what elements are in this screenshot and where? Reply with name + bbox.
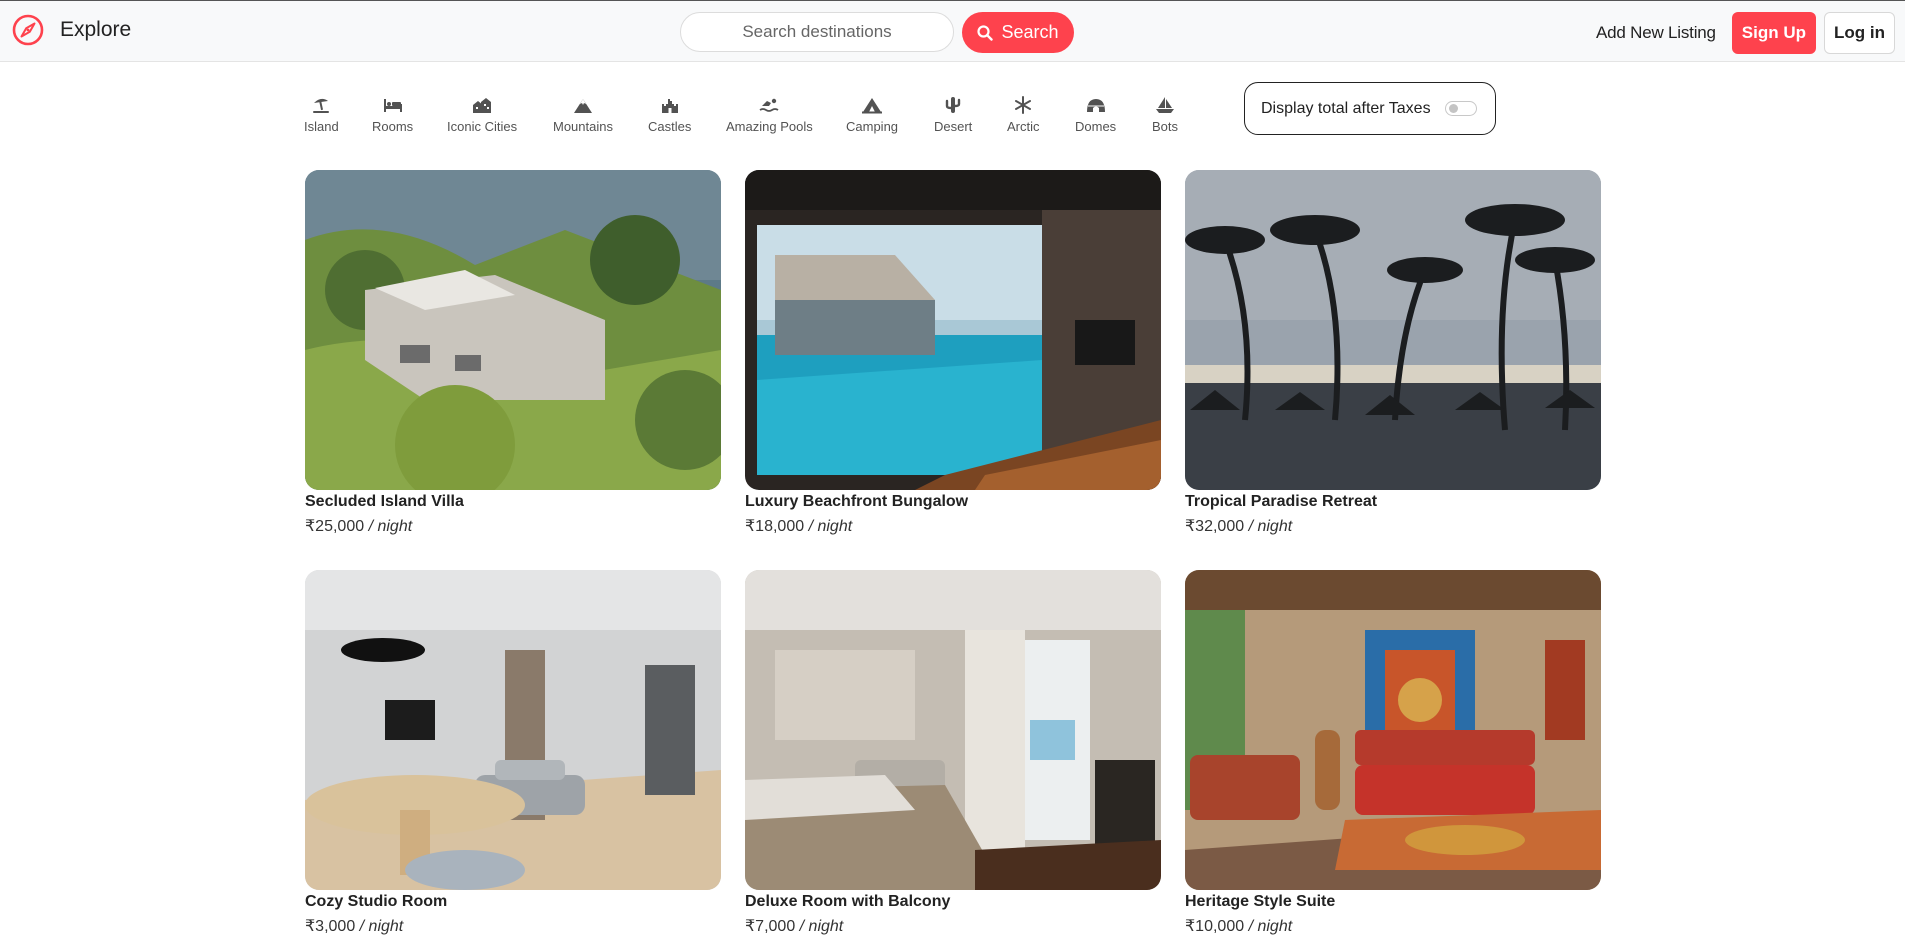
filter-label: Rooms: [372, 119, 414, 134]
price-amount: ₹10,000: [1185, 918, 1245, 935]
price-amount: ₹3,000: [305, 918, 356, 935]
listing-image[interactable]: [305, 570, 721, 890]
listing-card[interactable]: Heritage Style Suite ₹10,000 / night: [1185, 570, 1601, 936]
swimmer-icon: [759, 98, 779, 112]
listing-title: Luxury Beachfront Bungalow: [745, 493, 969, 510]
search-button-label: Search: [1001, 22, 1059, 42]
switch-knob: [1448, 104, 1458, 113]
listing-image[interactable]: [745, 570, 1161, 890]
compass-icon: [12, 14, 44, 46]
castle-icon: [661, 99, 678, 113]
listing-price: ₹25,000 / night: [305, 516, 721, 536]
cactus-icon: [945, 97, 961, 113]
filter-rooms[interactable]: Rooms: [372, 96, 413, 134]
tax-toggle-label: Display total after Taxes: [1261, 99, 1431, 117]
filter-domes[interactable]: Domes: [1075, 96, 1116, 134]
listing-title: Secluded Island Villa: [305, 493, 464, 510]
brand-name: Explore: [60, 18, 132, 41]
city-icon: [473, 98, 492, 113]
tax-toggle[interactable]: Display total after Taxes: [1244, 82, 1496, 135]
campground-icon: [862, 98, 883, 114]
listing-image[interactable]: [745, 170, 1161, 490]
filter-island[interactable]: Island: [304, 96, 339, 134]
filter-camping[interactable]: Camping: [846, 96, 898, 134]
filter-castles[interactable]: Castles: [648, 96, 691, 134]
price-unit: / night: [804, 518, 853, 535]
filter-label: Camping: [846, 119, 899, 134]
price-unit: / night: [1244, 518, 1293, 535]
filter-label: Mountains: [553, 119, 613, 134]
bed-icon: [383, 99, 402, 112]
igloo-icon: [1086, 99, 1105, 112]
price-unit: / night: [364, 518, 413, 535]
listing-price: ₹3,000 / night: [305, 916, 721, 936]
price-amount: ₹7,000: [745, 918, 796, 935]
filter-label: Arctic: [1007, 119, 1040, 134]
brand-link[interactable]: Explore: [12, 14, 131, 46]
filter-label: Island: [304, 119, 339, 134]
filter-iconic-cities[interactable]: Iconic Cities: [447, 96, 517, 134]
filter-amazing-pools[interactable]: Amazing Pools: [726, 96, 813, 134]
filter-desert[interactable]: Desert: [934, 96, 972, 134]
filter-label: Castles: [648, 119, 692, 134]
filter-mountains[interactable]: Mountains: [553, 96, 613, 134]
listing-price: ₹10,000 / night: [1185, 916, 1601, 936]
filter-bots[interactable]: Bots: [1152, 96, 1178, 134]
listing-image[interactable]: [1185, 170, 1601, 490]
listing-title: Tropical Paradise Retreat: [1185, 493, 1378, 510]
listing-title: Cozy Studio Room: [305, 893, 448, 910]
listing-price: ₹18,000 / night: [745, 516, 1161, 536]
umbrella-beach-icon: [313, 98, 330, 113]
listing-price: ₹32,000 / night: [1185, 516, 1601, 536]
listing-card[interactable]: Secluded Island Villa ₹25,000 / night: [305, 170, 721, 536]
listing-card[interactable]: Tropical Paradise Retreat ₹32,000 / nigh…: [1185, 170, 1601, 536]
price-amount: ₹32,000: [1185, 518, 1245, 535]
price-unit: / night: [795, 918, 844, 935]
sailboat-icon: [1156, 97, 1174, 113]
filter-label: Iconic Cities: [447, 119, 518, 134]
price-unit: / night: [355, 918, 404, 935]
listing-card[interactable]: Luxury Beachfront Bungalow ₹18,000 / nig…: [745, 170, 1161, 536]
tax-switch[interactable]: [1444, 101, 1477, 116]
listing-title: Deluxe Room with Balcony: [745, 893, 951, 910]
filter-label: Domes: [1075, 119, 1117, 134]
listing-price: ₹7,000 / night: [745, 916, 1161, 936]
filter-arctic[interactable]: Arctic: [1007, 96, 1040, 134]
search-icon: [977, 24, 994, 41]
listing-title: Heritage Style Suite: [1185, 893, 1336, 910]
price-unit: / night: [1244, 918, 1293, 935]
login-button[interactable]: Log in: [1824, 12, 1895, 54]
nav-actions: Add New Listing Sign Up Log in: [1596, 12, 1895, 54]
filter-label: Bots: [1152, 119, 1179, 134]
signup-button[interactable]: Sign Up: [1731, 12, 1817, 54]
filter-label: Desert: [934, 119, 973, 134]
listing-card[interactable]: Deluxe Room with Balcony ₹7,000 / night: [745, 570, 1161, 936]
price-amount: ₹25,000: [305, 518, 365, 535]
filter-label: Amazing Pools: [726, 119, 813, 134]
price-amount: ₹18,000: [745, 518, 805, 535]
search-button[interactable]: Search: [962, 12, 1074, 53]
listing-image[interactable]: [305, 170, 721, 490]
search-input[interactable]: [680, 12, 954, 52]
mountain-icon: [573, 99, 592, 113]
listing-card[interactable]: Cozy Studio Room ₹3,000 / night: [305, 570, 721, 936]
snowflake-icon: [1015, 96, 1032, 114]
listing-image[interactable]: [1185, 570, 1601, 890]
navbar: Explore Search Add New Listing Sign Up L…: [0, 0, 1905, 62]
add-listing-link[interactable]: Add New Listing: [1596, 23, 1716, 43]
